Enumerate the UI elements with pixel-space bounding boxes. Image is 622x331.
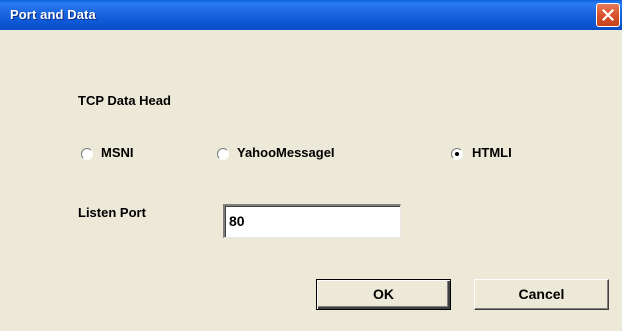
radio-yahoomessage-label[interactable]: YahooMessageI [237,145,335,160]
tcp-data-head-label: TCP Data Head [78,93,171,108]
title-bar[interactable]: Port and Data [0,0,622,30]
listen-port-input[interactable]: 80 [223,204,401,238]
ok-button[interactable]: OK [316,279,451,310]
radio-htmli-label[interactable]: HTMLI [472,145,512,160]
listen-port-label: Listen Port [78,205,146,220]
radio-htmli[interactable] [451,148,463,160]
radio-yahoomessage[interactable] [217,148,229,160]
cancel-button[interactable]: Cancel [474,279,609,310]
close-icon [602,9,614,21]
radio-msni-label[interactable]: MSNI [101,145,134,160]
close-button[interactable] [596,3,620,27]
window-title: Port and Data [10,7,96,22]
dialog-window: Port and Data TCP Data Head MSNI YahooMe… [0,0,622,331]
radio-msni[interactable] [81,148,93,160]
